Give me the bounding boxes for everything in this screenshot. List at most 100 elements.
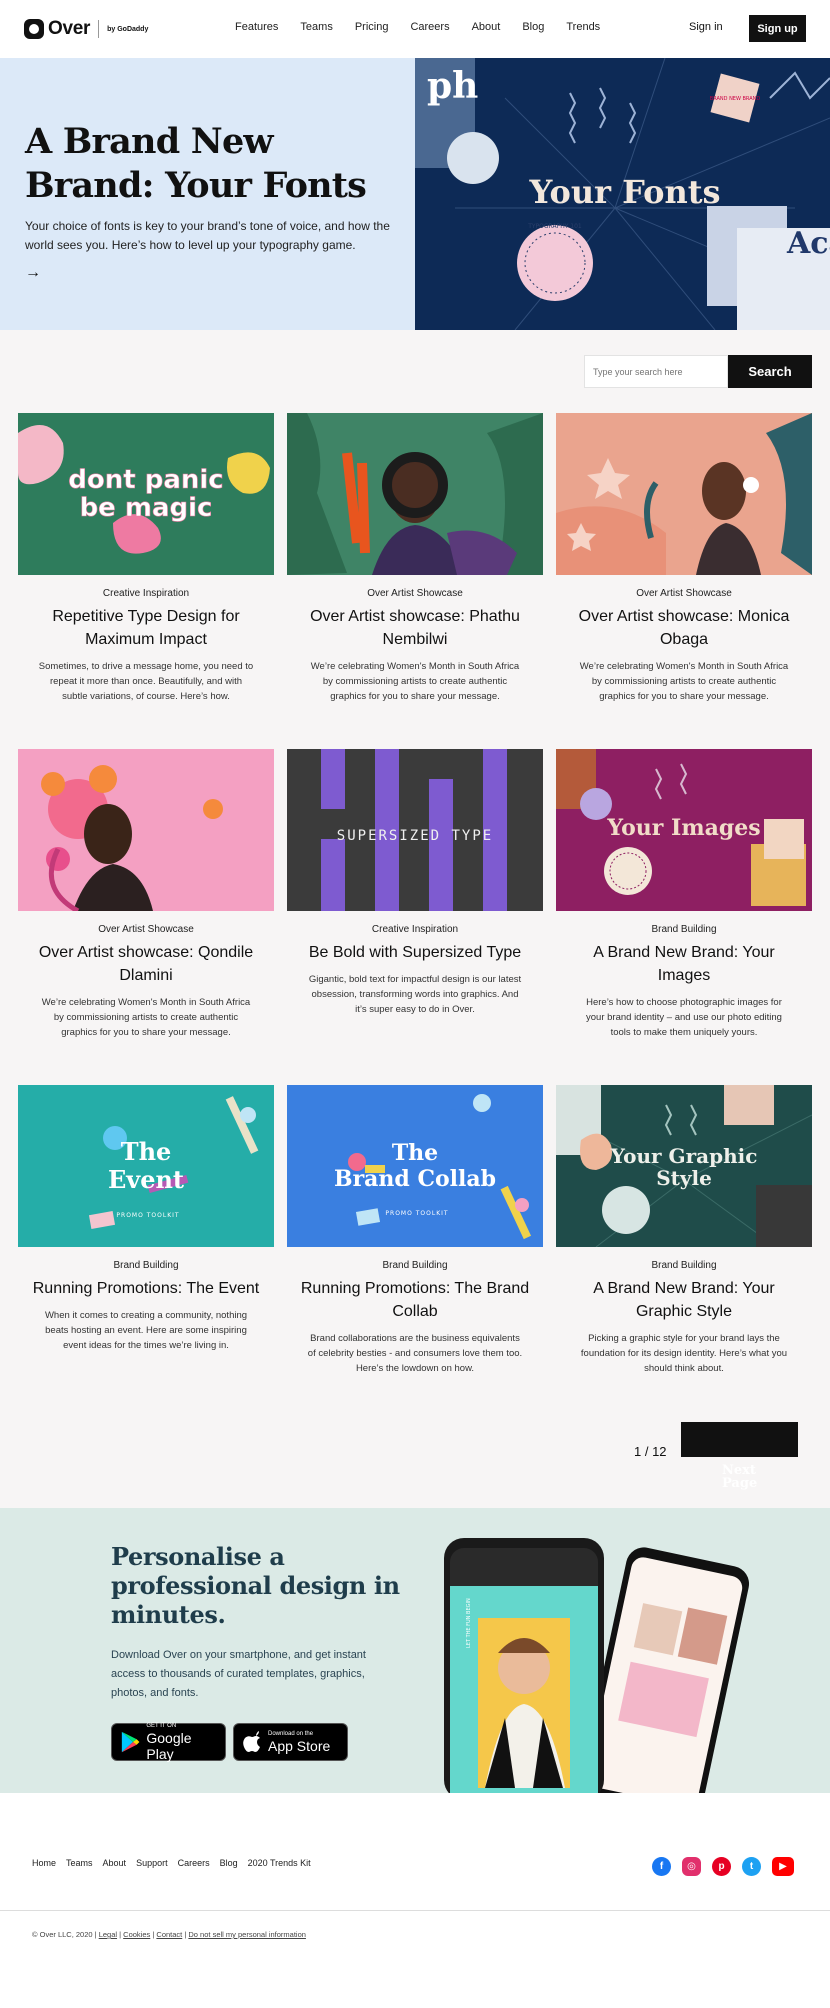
do-not-sell-link[interactable]: Do not sell my personal information bbox=[188, 1930, 306, 1939]
svg-text:Style: Style bbox=[656, 1166, 712, 1190]
footer-link-blog[interactable]: Blog bbox=[220, 1858, 238, 1868]
facebook-icon[interactable]: f bbox=[652, 1857, 671, 1876]
card-title[interactable]: A Brand New Brand: Your Images bbox=[556, 941, 812, 987]
page-indicator: 1 / 12 bbox=[634, 1444, 667, 1459]
footer-divider bbox=[0, 1910, 830, 1911]
article-card[interactable]: dont panic be magic Creative Inspiration… bbox=[18, 413, 274, 704]
hero-img-title: Your Fonts bbox=[528, 173, 720, 211]
article-card[interactable]: The Event PROMO TOOLKIT Brand Building R… bbox=[18, 1085, 274, 1353]
card-image[interactable]: The Event PROMO TOOLKIT bbox=[18, 1085, 274, 1247]
sign-in-link[interactable]: Sign in bbox=[689, 21, 723, 33]
card-image[interactable] bbox=[18, 749, 274, 911]
logo-byline: by GoDaddy bbox=[107, 25, 149, 33]
card-image[interactable]: SUPERSIZED TYPE bbox=[287, 749, 543, 911]
cookies-link[interactable]: Cookies bbox=[123, 1930, 150, 1939]
footer-link-trends-kit[interactable]: 2020 Trends Kit bbox=[248, 1858, 311, 1868]
card-title[interactable]: Over Artist showcase: Phathu Nembilwi bbox=[287, 605, 543, 651]
card-image[interactable]: The Brand Collab PROMO TOOLKIT bbox=[287, 1085, 543, 1247]
article-card[interactable]: Your Images Brand Building A Brand New B… bbox=[556, 749, 812, 1040]
legal-bar: © Over LLC, 2020 | Legal | Cookies | Con… bbox=[32, 1930, 306, 1939]
card-title[interactable]: Repetitive Type Design for Maximum Impac… bbox=[18, 605, 274, 651]
card-title[interactable]: A Brand New Brand: Your Graphic Style bbox=[556, 1277, 812, 1323]
footer-link-about[interactable]: About bbox=[103, 1858, 127, 1868]
card-title[interactable]: Over Artist showcase: Monica Obaga bbox=[556, 605, 812, 651]
card-title[interactable]: Running Promotions: The Event bbox=[18, 1277, 274, 1300]
card-image[interactable]: Your Images bbox=[556, 749, 812, 911]
next-page-button[interactable] bbox=[681, 1422, 798, 1457]
card-category: Creative Inspiration bbox=[102, 588, 190, 599]
sign-up-button[interactable]: Sign up bbox=[749, 15, 806, 42]
nav-trends[interactable]: Trends bbox=[566, 21, 600, 33]
hero-text-panel: A Brand New Brand: Your Fonts Your choic… bbox=[0, 58, 415, 330]
svg-text:be magic: be magic bbox=[80, 493, 213, 523]
nav-blog[interactable]: Blog bbox=[522, 21, 544, 33]
card-title[interactable]: Running Promotions: The Brand Collab bbox=[287, 1277, 543, 1323]
app-download-promo: Personalise a professional design in min… bbox=[0, 1508, 830, 1793]
nav-teams[interactable]: Teams bbox=[300, 21, 332, 33]
hero-image[interactable]: ph TYPOGRAPHY 101 BRAND NEW BRAND Aca Yo… bbox=[415, 58, 830, 330]
site-header: Over by GoDaddy Features Teams Pricing C… bbox=[0, 0, 830, 58]
pinterest-icon[interactable]: p bbox=[712, 1857, 731, 1876]
footer-link-support[interactable]: Support bbox=[136, 1858, 168, 1868]
app-store-button[interactable]: Download on the App Store bbox=[233, 1723, 348, 1761]
instagram-icon[interactable]: ◎ bbox=[682, 1857, 701, 1876]
footer-link-home[interactable]: Home bbox=[32, 1858, 56, 1868]
card-image[interactable] bbox=[556, 413, 812, 575]
card-illustration: The Event PROMO TOOLKIT bbox=[18, 1085, 274, 1247]
search-button[interactable]: Search bbox=[728, 355, 812, 388]
card-image[interactable]: dont panic be magic bbox=[18, 413, 274, 575]
svg-text:Your Images: Your Images bbox=[606, 815, 760, 841]
hero-feature[interactable]: A Brand New Brand: Your Fonts Your choic… bbox=[0, 58, 830, 330]
card-category: Over Artist Showcase bbox=[98, 924, 194, 935]
nav-features[interactable]: Features bbox=[235, 21, 278, 33]
promo-title: Personalise a professional design in min… bbox=[111, 1542, 400, 1629]
card-description: Brand collaborations are the business eq… bbox=[307, 1333, 523, 1374]
article-card[interactable]: Your Graphic Style Brand Building A Bran… bbox=[556, 1085, 812, 1376]
next-ghost-line-2: Page bbox=[722, 1476, 758, 1491]
article-card[interactable]: SUPERSIZED TYPE Creative Inspiration Be … bbox=[287, 749, 543, 1017]
phone-mockup-image: LET THE FUN BEGIN bbox=[444, 1538, 750, 1793]
card-title[interactable]: Over Artist showcase: Qondile Dlamini bbox=[18, 941, 274, 987]
app-store-big: App Store bbox=[268, 1738, 331, 1754]
legal-link[interactable]: Legal bbox=[99, 1930, 117, 1939]
card-category: Brand Building bbox=[113, 1260, 179, 1271]
card-title[interactable]: Be Bold with Supersized Type bbox=[287, 941, 543, 964]
card-image[interactable]: Your Graphic Style bbox=[556, 1085, 812, 1247]
youtube-icon[interactable]: ▶ bbox=[772, 1857, 794, 1876]
search-input[interactable] bbox=[584, 355, 728, 388]
article-card[interactable]: The Brand Collab PROMO TOOLKIT Brand Bui… bbox=[287, 1085, 543, 1376]
hero-title[interactable]: A Brand New Brand: Your Fonts bbox=[25, 120, 405, 208]
footer-link-teams[interactable]: Teams bbox=[66, 1858, 93, 1868]
nav-about[interactable]: About bbox=[472, 21, 501, 33]
article-card[interactable]: Over Artist Showcase Over Artist showcas… bbox=[18, 749, 274, 1040]
promo-description: Download Over on your smartphone, and ge… bbox=[111, 1649, 366, 1699]
card-image[interactable] bbox=[287, 413, 543, 575]
svg-text:Event: Event bbox=[108, 1165, 184, 1194]
twitter-icon[interactable]: t bbox=[742, 1857, 761, 1876]
arrow-right-icon[interactable]: → bbox=[25, 264, 41, 282]
svg-text:SUPERSIZED TYPE: SUPERSIZED TYPE bbox=[337, 828, 493, 844]
svg-text:PROMO TOOLKIT: PROMO TOOLKIT bbox=[116, 1212, 179, 1219]
over-logo[interactable]: Over by GoDaddy bbox=[24, 18, 148, 40]
card-description: When it comes to creating a community, n… bbox=[44, 1310, 248, 1351]
card-category: Brand Building bbox=[651, 924, 717, 935]
nav-pricing[interactable]: Pricing bbox=[355, 21, 389, 33]
contact-link[interactable]: Contact bbox=[156, 1930, 182, 1939]
google-play-button[interactable]: GET IT ON Google Play bbox=[111, 1723, 226, 1762]
hero-img-corner: Aca bbox=[786, 226, 830, 261]
card-illustration: Your Images bbox=[556, 749, 812, 911]
article-card[interactable]: Over Artist Showcase Over Artist showcas… bbox=[287, 413, 543, 704]
card-description: Here’s how to choose photographic images… bbox=[586, 997, 782, 1038]
svg-text:The: The bbox=[121, 1137, 172, 1166]
article-card[interactable]: Over Artist Showcase Over Artist showcas… bbox=[556, 413, 812, 704]
nav-careers[interactable]: Careers bbox=[410, 21, 449, 33]
logo-text: Over bbox=[48, 18, 91, 39]
svg-text:dont panic: dont panic bbox=[68, 465, 223, 495]
card-category: Creative Inspiration bbox=[371, 924, 459, 935]
hero-description: Your choice of fonts is key to your bran… bbox=[25, 219, 390, 252]
footer-link-careers[interactable]: Careers bbox=[178, 1858, 210, 1868]
card-description: Gigantic, bold text for impactful design… bbox=[308, 974, 522, 1015]
svg-text:Brand Collab: Brand Collab bbox=[334, 1166, 496, 1192]
card-illustration bbox=[556, 413, 812, 575]
hero-img-stamp: BRAND NEW BRAND bbox=[710, 96, 761, 102]
